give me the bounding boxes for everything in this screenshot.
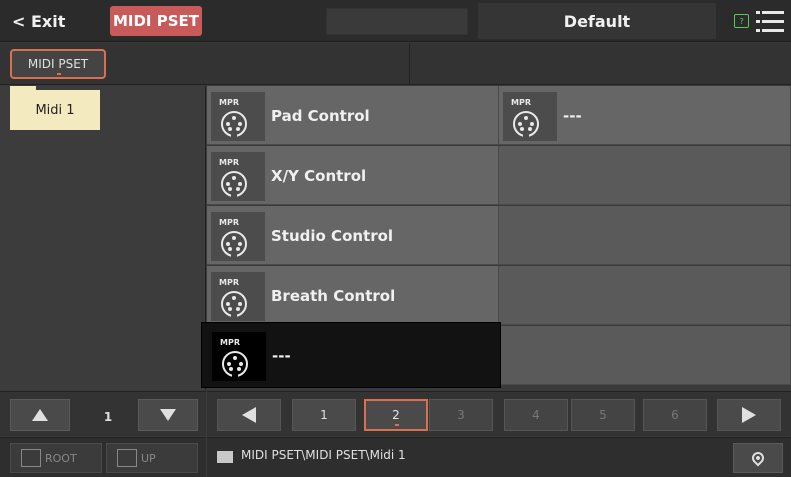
pset-cell-empty[interactable]: MPR --- <box>499 86 791 145</box>
title-slot <box>326 8 468 35</box>
pset-cell-blank[interactable] <box>499 146 791 205</box>
help-icon[interactable]: ? <box>734 14 749 28</box>
scroll-down-button[interactable] <box>138 399 198 431</box>
page-button-4[interactable]: 4 <box>504 399 568 431</box>
mode-button[interactable]: MIDI PSET <box>110 6 202 36</box>
pset-label: Studio Control <box>271 226 394 245</box>
pset-cell-blank[interactable] <box>499 266 791 325</box>
tab-midi-pset[interactable]: MIDI PSET <box>10 49 106 79</box>
set-name[interactable]: Default <box>478 3 716 39</box>
midi-port-icon: MPR <box>211 212 265 261</box>
folder-up-icon <box>117 449 137 467</box>
mpr-badge: MPR <box>219 158 239 167</box>
folder-panel: Midi 1 <box>0 86 206 390</box>
din-connector-icon <box>221 171 247 198</box>
up-label: UP <box>141 451 156 465</box>
pset-cell-selected[interactable]: MPR --- <box>201 322 501 388</box>
page-button-5[interactable]: 5 <box>571 399 635 431</box>
footer-left: ROOT UP <box>0 437 206 477</box>
root-label: ROOT <box>45 451 77 465</box>
mpr-badge: MPR <box>220 338 240 347</box>
folder-item-midi-1[interactable]: Midi 1 <box>10 86 100 130</box>
pset-label: X/Y Control <box>271 166 367 185</box>
footer-path-bar: MIDI PSET\MIDI PSET\Midi 1 <box>207 437 791 477</box>
pset-cell-breath-control[interactable]: MPR Breath Control <box>207 266 499 325</box>
pager: 1 2 3 4 5 6 <box>207 391 791 436</box>
pset-label: --- <box>563 106 582 125</box>
page-button-2[interactable]: 2 <box>364 399 428 431</box>
din-connector-icon <box>222 351 248 378</box>
pset-cell-pad-control[interactable]: MPR Pad Control <box>207 86 499 145</box>
din-connector-icon <box>221 111 247 138</box>
pset-label: Pad Control <box>271 106 370 125</box>
din-connector-icon <box>221 231 247 258</box>
mpr-badge: MPR <box>219 218 239 227</box>
din-connector-icon <box>221 291 247 318</box>
location-pin-icon <box>749 449 767 467</box>
current-path: MIDI PSET\MIDI PSET\Midi 1 <box>241 448 406 462</box>
prev-page-button[interactable] <box>217 399 281 431</box>
page-button-3[interactable]: 3 <box>429 399 493 431</box>
pset-label: Breath Control <box>271 286 396 305</box>
arrow-up-icon <box>32 409 48 421</box>
pset-cell-xy-control[interactable]: MPR X/Y Control <box>207 146 499 205</box>
up-button[interactable]: UP <box>106 443 198 473</box>
next-page-button[interactable] <box>717 399 781 431</box>
din-connector-icon <box>513 111 539 138</box>
folder-scroll-controls: 1 <box>0 391 206 436</box>
root-button[interactable]: ROOT <box>10 443 102 473</box>
locate-button[interactable] <box>733 443 783 473</box>
exit-button[interactable]: < Exit <box>0 0 100 42</box>
pset-cell-blank[interactable] <box>501 326 791 385</box>
home-icon <box>21 449 41 467</box>
midi-port-icon: MPR <box>211 152 265 201</box>
hamburger-menu-icon[interactable] <box>756 11 784 33</box>
pset-label: --- <box>272 347 291 365</box>
tab-divider <box>409 43 410 85</box>
mpr-badge: MPR <box>511 98 531 107</box>
midi-port-icon: MPR <box>212 332 266 381</box>
tab-row <box>0 43 791 85</box>
folder-icon <box>217 451 233 463</box>
arrow-down-icon <box>160 409 176 421</box>
arrow-left-icon <box>242 407 256 423</box>
pset-grid: MPR Pad Control MPR --- MPR X/Y Control … <box>201 86 791 390</box>
mpr-badge: MPR <box>219 278 239 287</box>
midi-port-icon: MPR <box>503 92 557 141</box>
pset-cell-studio-control[interactable]: MPR Studio Control <box>207 206 499 265</box>
midi-port-icon: MPR <box>211 272 265 321</box>
midi-port-icon: MPR <box>211 92 265 141</box>
page-button-1[interactable]: 1 <box>292 399 356 431</box>
pset-cell-blank[interactable] <box>499 206 791 265</box>
folder-page-number: 1 <box>103 410 113 424</box>
page-button-6[interactable]: 6 <box>643 399 707 431</box>
mpr-badge: MPR <box>219 98 239 107</box>
scroll-up-button[interactable] <box>10 399 70 431</box>
arrow-right-icon <box>742 407 756 423</box>
